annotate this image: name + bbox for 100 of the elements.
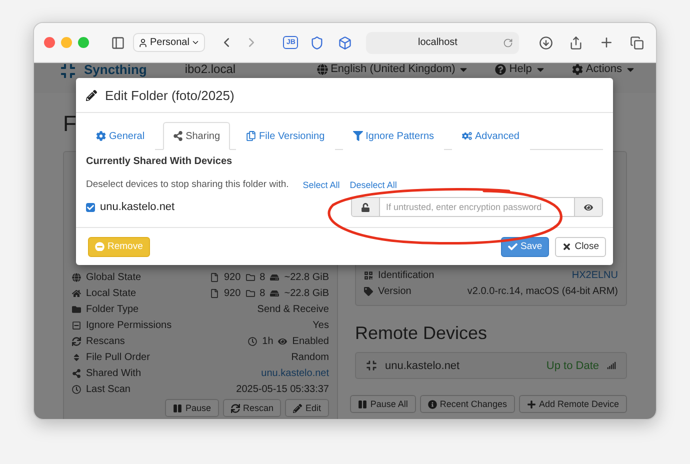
close-window-icon[interactable] — [44, 37, 55, 48]
device-status: Up to Date — [546, 360, 599, 372]
folder-icon — [246, 288, 255, 298]
folder-icon — [72, 304, 81, 314]
sort-icon — [72, 352, 81, 362]
password-field[interactable]: If untrusted, enter encryption password — [351, 197, 603, 217]
help-icon — [495, 64, 506, 75]
folder-count: 8 — [260, 288, 266, 298]
chevron-down-icon — [191, 38, 200, 47]
detail-label: Local State — [86, 288, 138, 298]
tag-icon — [364, 286, 373, 296]
section-heading: F — [63, 111, 76, 137]
tabs-icon[interactable] — [628, 34, 646, 52]
rescan-interval: 1h — [262, 336, 274, 346]
check-icon — [508, 242, 518, 252]
detail-value: Send & Receive — [257, 304, 329, 314]
dialog-button[interactable]: Close — [555, 236, 606, 256]
reload-icon[interactable] — [503, 38, 513, 48]
eye-icon[interactable] — [575, 198, 602, 216]
watcher-status: Enabled — [292, 336, 329, 346]
folder-action-button[interactable]: Edit — [285, 399, 329, 417]
pencil-icon — [293, 404, 302, 412]
globe-icon — [316, 64, 328, 75]
device-name: unu.kastelo.net — [100, 201, 176, 213]
drive-icon — [270, 272, 280, 282]
nav-menu[interactable]: English (United Kingdom) — [316, 63, 470, 76]
detail-value: Random — [291, 352, 329, 362]
folder-count: 8 — [260, 272, 266, 282]
detail-label: Global State — [86, 272, 142, 282]
file-icon — [210, 272, 219, 282]
logo-icon — [60, 63, 76, 79]
detail-link[interactable]: HX2ELNU — [572, 270, 618, 280]
section-heading: Remote Devices — [355, 323, 488, 344]
close-icon — [562, 242, 572, 252]
size-value: ~22.8 GiB — [284, 272, 329, 282]
select-link[interactable]: Select All — [302, 180, 340, 190]
detail-label: Shared With — [86, 368, 142, 378]
device-icon — [366, 360, 377, 371]
detail-label: Rescans — [86, 336, 126, 346]
hint-text: Deselect devices to stop sharing this folder with. — [86, 179, 289, 190]
eye-icon — [278, 336, 288, 346]
detail-value: 2025-05-15 05:33:37 — [236, 384, 329, 394]
nav-menu[interactable]: Help — [495, 63, 546, 76]
home-icon — [72, 288, 81, 298]
unlock-icon — [352, 198, 379, 216]
person-icon — [138, 38, 148, 48]
pause-icon — [173, 404, 182, 412]
clock-icon — [72, 384, 81, 394]
square-minus-icon — [72, 320, 81, 330]
device-action-button[interactable]: Add Remote Device — [518, 395, 627, 413]
device-checkbox[interactable] — [86, 202, 95, 212]
share-icon — [72, 368, 81, 378]
detail-label: Last Scan — [86, 384, 132, 394]
pause-icon — [358, 400, 368, 408]
globe-icon — [72, 272, 81, 282]
info-icon — [428, 400, 437, 408]
brand-name[interactable]: Syncthing — [84, 63, 147, 76]
drive-icon — [270, 288, 280, 298]
detail-label: Version — [378, 286, 412, 296]
detail-label: Folder Type — [86, 304, 140, 314]
profile-button[interactable]: Personal — [133, 33, 206, 52]
detail-label: File Pull Order — [86, 352, 151, 362]
file-icon — [210, 288, 219, 298]
detail-label: Ignore Permissions — [86, 320, 173, 330]
gears-icon — [462, 131, 472, 141]
folder-action-button[interactable]: Pause — [165, 399, 219, 417]
qr-code-icon — [364, 270, 373, 280]
dialog-tab[interactable]: Sharing — [162, 122, 230, 150]
size-value: ~22.8 GiB — [284, 288, 329, 298]
share-icon — [172, 131, 183, 141]
device-action-button[interactable]: Recent Changes — [420, 395, 515, 413]
clock-icon — [248, 336, 258, 346]
detail-value: Yes — [312, 320, 329, 330]
address-bar[interactable]: localhost — [366, 32, 519, 54]
plus-icon — [526, 400, 536, 408]
device-name: ibo2.local — [184, 63, 237, 76]
nav-menu[interactable]: Actions — [572, 63, 636, 76]
device-card[interactable]: unu.kastelo.net Up to Date — [355, 352, 627, 379]
dialog-title: Edit Folder (foto/2025) — [105, 88, 234, 102]
filter-icon — [352, 131, 363, 141]
dialog-button[interactable]: Save — [501, 236, 550, 256]
file-count: 920 — [224, 288, 241, 298]
refresh-icon — [72, 336, 81, 346]
detail-value: v2.0.0-rc.14, macOS (64-bit ARM) — [467, 286, 618, 296]
device-action-button[interactable]: Pause All — [350, 395, 416, 413]
gear-icon — [96, 131, 106, 141]
section-title: Currently Shared With Devices — [86, 156, 234, 167]
copy-icon — [246, 131, 256, 141]
signal-icon — [607, 361, 616, 370]
file-count: 920 — [224, 272, 241, 282]
refresh-icon — [230, 404, 240, 412]
folder-icon — [246, 272, 255, 282]
gear-icon — [572, 64, 583, 75]
download-icon[interactable] — [537, 34, 555, 52]
detail-link[interactable]: unu.kastelo.net — [261, 368, 329, 378]
folder-action-button[interactable]: Rescan — [222, 399, 282, 417]
select-link[interactable]: Deselect All — [350, 180, 397, 190]
pencil-icon — [86, 90, 97, 100]
detail-label: Identification — [378, 270, 436, 280]
device-name: unu.kastelo.net — [385, 360, 460, 372]
